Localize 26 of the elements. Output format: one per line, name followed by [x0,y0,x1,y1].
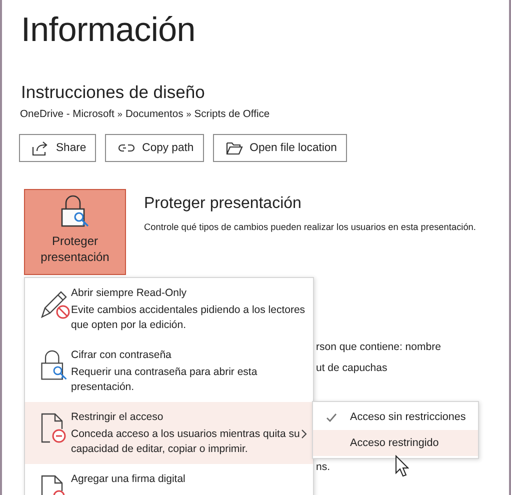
menu-item[interactable]: Agregar una firma digital [25,464,313,495]
menu-item[interactable]: Cifrar con contraseña Requerir una contraseña para abrir esta presentación. [25,340,313,402]
action-button[interactable]: Copy path [105,134,204,162]
action-button[interactable]: Open file location [212,134,347,162]
breadcrumb-link[interactable]: Documentos [125,109,184,120]
section-description: Controle qué tipos de cambios pueden realizar los usuarios en esta presentación. [144,222,476,232]
document-title: Instrucciones de diseño [21,82,206,103]
menu-item[interactable]: Abrir siempre Read-Only Evite cambios accidentales pidiendo a los lectores que opten por la edición. [25,278,313,340]
breadcrumb-separator: » [186,109,192,120]
covered-text: ut de capuchas [316,362,388,374]
page-title: Información [20,10,196,51]
chevron-right-icon [301,429,307,439]
covered-text: rson que contiene: nombre [316,341,441,353]
covered-text: ns. [316,461,330,473]
section-heading: Proteger presentación [144,195,302,213]
share-icon [32,140,49,156]
submenu-item[interactable]: Acceso sin restricciones [313,404,478,430]
action-button[interactable]: Share [19,134,96,162]
breadcrumb-link[interactable]: Scripts de Office [194,109,270,120]
folder-icon [226,142,243,154]
protect-presentation-button[interactable]: Proteger presentación [24,189,126,275]
menu-item[interactable]: Restringir el acceso Conceda acceso a los usuarios mientras quita su capacidad de editar, copiar o imprimir. [25,402,313,464]
submenu-item[interactable]: Acceso restringido [313,430,478,456]
link-icon [118,142,136,154]
breadcrumb-link[interactable]: OneDrive - Microsoft [20,109,114,120]
breadcrumb-separator: » [117,109,122,120]
